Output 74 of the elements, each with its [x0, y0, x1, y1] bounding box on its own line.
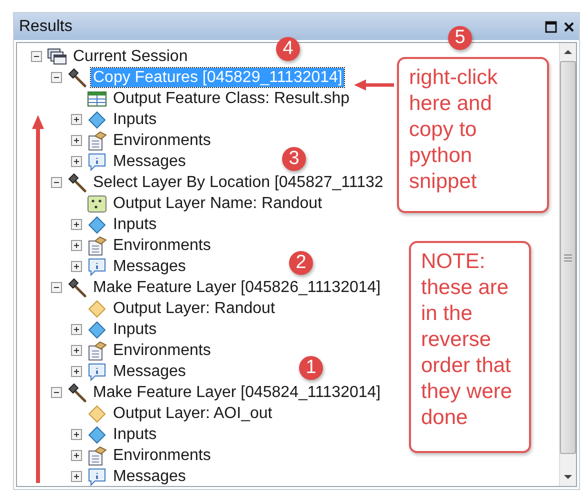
- scroll-up-icon[interactable]: [563, 49, 573, 55]
- hammer-icon: [67, 172, 87, 192]
- tree-item[interactable]: Messages: [111, 152, 188, 171]
- number-badge: 4: [276, 37, 300, 61]
- number-badge: 3: [282, 147, 306, 171]
- tree-item[interactable]: Inputs: [111, 320, 159, 339]
- tree-item[interactable]: Environments: [111, 236, 213, 255]
- speech-bubble-icon: [87, 466, 107, 486]
- expander-icon[interactable]: [71, 345, 82, 356]
- tree-item[interactable]: Messages: [111, 362, 188, 381]
- points-layer-icon: [87, 194, 107, 212]
- left-arrow: [353, 79, 395, 91]
- tree-item[interactable]: Environments: [111, 131, 213, 150]
- diamond-icon: [87, 320, 107, 340]
- expander-icon[interactable]: [71, 261, 82, 272]
- tree-item[interactable]: Output Layer Name: Randout: [111, 194, 324, 213]
- expander-icon[interactable]: [71, 366, 82, 377]
- maximize-button[interactable]: [545, 20, 557, 32]
- expander-icon[interactable]: [71, 156, 82, 167]
- close-button[interactable]: [563, 20, 575, 32]
- clipboard-icon: [87, 130, 107, 150]
- expander-icon[interactable]: [51, 387, 62, 398]
- callout-note: NOTE: these are in the reverse order that they were done: [409, 241, 531, 453]
- clipboard-icon: [87, 446, 107, 466]
- tree-item[interactable]: Current Session: [71, 47, 190, 66]
- tree-item[interactable]: Make Feature Layer [045824_11132014]: [91, 383, 383, 402]
- number-badge: 1: [299, 356, 323, 380]
- speech-bubble-icon: [87, 256, 107, 276]
- scrollbar[interactable]: [559, 43, 576, 486]
- clipboard-icon: [87, 236, 107, 256]
- expander-icon[interactable]: [71, 240, 82, 251]
- windows-icon: [47, 48, 67, 66]
- diamond-icon: [87, 110, 107, 130]
- tree-item[interactable]: Output Layer: Randout: [111, 299, 277, 318]
- expander-icon[interactable]: [71, 135, 82, 146]
- diamond-icon: [87, 298, 107, 318]
- speech-bubble-icon: [87, 362, 107, 382]
- tree-item[interactable]: Select Layer By Location [045827_11132: [91, 173, 386, 192]
- expander-icon[interactable]: [71, 429, 82, 440]
- hammer-icon: [67, 278, 87, 298]
- expander-icon[interactable]: [51, 282, 62, 293]
- tree-item[interactable]: Inputs: [111, 425, 159, 444]
- expander-icon[interactable]: [71, 471, 82, 482]
- scroll-thumb[interactable]: [560, 61, 576, 454]
- scroll-down-icon[interactable]: [563, 474, 573, 480]
- number-badge: 2: [289, 251, 313, 275]
- panel-title: Results: [19, 18, 72, 36]
- diamond-icon: [87, 424, 107, 444]
- expander-icon[interactable]: [71, 324, 82, 335]
- hammer-icon: [67, 382, 87, 402]
- table-icon: [87, 90, 107, 106]
- number-badge: 5: [448, 26, 472, 50]
- tree-item[interactable]: Environments: [111, 446, 213, 465]
- expander-icon[interactable]: [71, 450, 82, 461]
- tree-item[interactable]: Make Feature Layer [045826_11132014]: [91, 278, 383, 297]
- tree-item[interactable]: Environments: [111, 341, 213, 360]
- tree-item[interactable]: Inputs: [111, 110, 159, 129]
- callout-note: right-click here and copy to python snippet: [397, 57, 549, 213]
- diamond-icon: [87, 404, 107, 424]
- tree-item[interactable]: Messages: [111, 467, 188, 486]
- expander-icon[interactable]: [71, 114, 82, 125]
- expander-icon[interactable]: [71, 219, 82, 230]
- tree-item[interactable]: Inputs: [111, 215, 159, 234]
- diamond-icon: [87, 214, 107, 234]
- clipboard-icon: [87, 340, 107, 360]
- grip-icon: [564, 254, 572, 262]
- expander-icon[interactable]: [31, 51, 42, 62]
- tree-item[interactable]: Messages: [111, 257, 188, 276]
- hammer-icon: [67, 68, 87, 88]
- expander-icon[interactable]: [51, 177, 62, 188]
- expander-icon[interactable]: [51, 72, 62, 83]
- speech-bubble-icon: [87, 152, 107, 172]
- tree-item[interactable]: Output Feature Class: Result.shp: [111, 89, 352, 108]
- tree-item[interactable]: Output Layer: AOI_out: [111, 404, 274, 423]
